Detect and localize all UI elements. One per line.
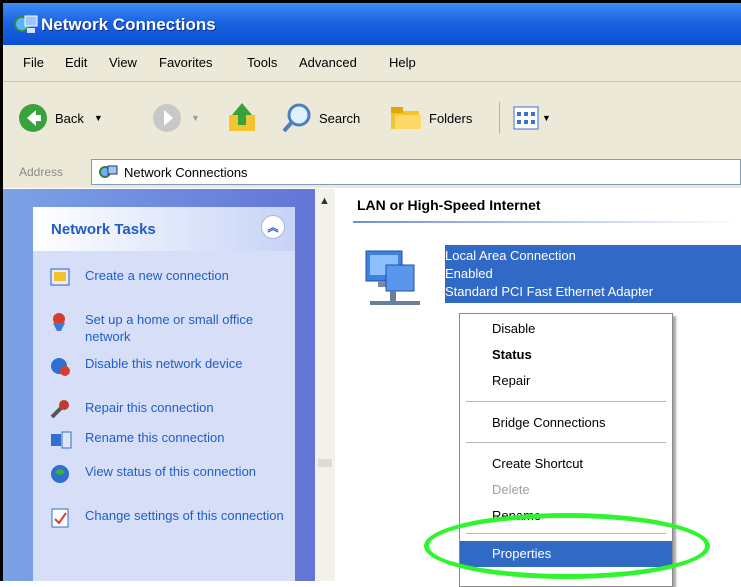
menu-item-create-shortcut[interactable]: Create Shortcut	[460, 451, 672, 477]
network-connections-icon	[99, 165, 118, 178]
task-create-connection[interactable]: Create a new connection	[49, 267, 289, 289]
back-dropdown-icon[interactable]: ▼	[94, 113, 103, 123]
menu-item-label: Repair	[492, 373, 531, 388]
network-connections-icon	[14, 15, 38, 33]
menu-item-status[interactable]: Status	[460, 342, 672, 368]
folders-label: Folders	[429, 110, 473, 126]
task-change-settings[interactable]: Change settings of this connection	[49, 507, 289, 529]
search-button[interactable]: Search	[281, 100, 360, 136]
menu-advanced[interactable]: Advanced	[299, 55, 357, 70]
lan-connection-icon[interactable]	[360, 243, 426, 311]
task-label: Repair this connection	[85, 400, 214, 415]
lan-connection-label[interactable]: Local Area Connection Enabled Standard P…	[445, 245, 741, 303]
search-icon	[282, 103, 311, 133]
menu-item-label: Create Shortcut	[492, 456, 584, 471]
menu-item-disable[interactable]: Disable	[460, 316, 672, 342]
task-label: View status of this connection	[85, 464, 257, 479]
task-view-status[interactable]: View status of this connection	[49, 463, 289, 485]
repair-icon	[50, 400, 69, 419]
folders-icon	[391, 107, 421, 129]
menu-view[interactable]: View	[109, 55, 137, 70]
toolbar: Back ▼ ▼ Search Folders ▼	[3, 82, 741, 157]
connection-name: Local Area Connection	[445, 248, 576, 263]
menu-bar: File Edit View Favorites Tools Advanced …	[3, 45, 741, 82]
views-dropdown-icon[interactable]: ▼	[542, 113, 551, 123]
home-network-icon	[53, 313, 65, 331]
group-title: LAN or High-Speed Internet	[357, 197, 541, 213]
menu-item-label: Status	[492, 347, 532, 362]
forward-dropdown-icon[interactable]: ▼	[191, 113, 200, 123]
menu-item-delete: Delete	[460, 477, 672, 503]
window-title: Network Connections	[41, 15, 216, 34]
group-divider	[353, 221, 741, 223]
scroll-thumb[interactable]	[318, 459, 332, 467]
properties-highlight-ellipse	[424, 513, 710, 579]
toolbar-separator	[499, 102, 500, 134]
task-pane: Network Tasks ︽ Create a new connection …	[3, 189, 315, 581]
address-bar: Address Network Connections	[3, 156, 741, 188]
menu-favorites[interactable]: Favorites	[159, 55, 212, 70]
task-label: Set up a home or small office network	[85, 312, 254, 344]
menu-help[interactable]: Help	[389, 55, 416, 70]
network-tasks-title: Network Tasks	[51, 221, 156, 238]
task-home-network[interactable]: Set up a home or small office network	[49, 311, 289, 345]
scroll-up-arrow-icon[interactable]: ▲	[319, 195, 330, 207]
forward-button[interactable]: ▼	[151, 100, 200, 136]
address-label: Address	[19, 165, 64, 179]
status-icon	[51, 465, 69, 483]
task-label: Change settings of this connection	[85, 508, 284, 523]
views-icon	[513, 106, 539, 130]
task-label: Disable this network device	[85, 356, 243, 371]
task-pane-scrollbar[interactable]: ▲	[315, 189, 335, 581]
menu-edit[interactable]: Edit	[65, 55, 87, 70]
menu-item-repair[interactable]: Repair	[460, 368, 672, 394]
menu-file[interactable]: File	[23, 55, 44, 70]
rename-icon	[51, 431, 72, 449]
forward-arrow-icon	[153, 104, 181, 132]
task-rename-connection[interactable]: Rename this connection	[49, 429, 289, 451]
menu-separator	[466, 401, 666, 402]
task-label: Rename this connection	[85, 430, 225, 445]
address-value: Network Connections	[124, 164, 248, 180]
network-tasks-panel: Network Tasks ︽ Create a new connection …	[33, 207, 295, 581]
address-field[interactable]: Network Connections	[91, 159, 741, 185]
back-label: Back	[55, 110, 84, 126]
menu-tools[interactable]: Tools	[247, 55, 277, 70]
create-connection-icon	[50, 268, 70, 286]
connection-status: Enabled	[445, 266, 493, 281]
settings-icon	[51, 508, 69, 528]
up-folder-icon	[229, 103, 255, 131]
task-repair-connection[interactable]: Repair this connection	[49, 399, 289, 421]
menu-item-label: Delete	[492, 482, 530, 497]
collapse-chevron-icon[interactable]: ︽	[261, 215, 285, 239]
search-label: Search	[319, 110, 361, 126]
disable-device-icon	[51, 358, 70, 376]
menu-item-bridge-connections[interactable]: Bridge Connections	[460, 410, 672, 436]
network-tasks-header[interactable]: Network Tasks ︽	[33, 207, 295, 251]
task-disable-device[interactable]: Disable this network device	[49, 355, 289, 377]
menu-item-label: Disable	[492, 321, 536, 336]
folders-button[interactable]: Folders	[389, 100, 472, 136]
menu-separator	[466, 442, 666, 443]
connection-device: Standard PCI Fast Ethernet Adapter	[445, 284, 654, 299]
menu-item-label: Bridge Connections	[492, 415, 606, 430]
back-arrow-icon	[19, 104, 47, 132]
title-bar[interactable]: Network Connections	[3, 3, 741, 45]
up-folder-button[interactable]	[225, 100, 259, 136]
back-button[interactable]: Back ▼	[17, 100, 103, 136]
views-button[interactable]: ▼	[513, 100, 551, 136]
task-label: Create a new connection	[85, 268, 229, 283]
